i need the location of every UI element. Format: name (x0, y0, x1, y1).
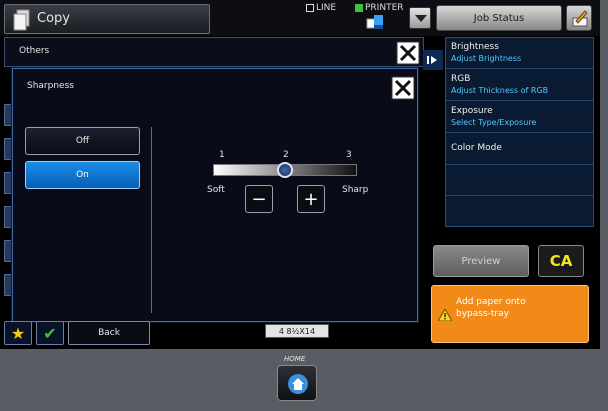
menu-item-subtitle: Adjust Thickness of RGB (451, 86, 549, 95)
sharp-label: Sharp (342, 185, 369, 195)
line-checkbox (306, 4, 314, 12)
copy-icon (13, 9, 30, 31)
decrease-button[interactable]: − (245, 185, 273, 213)
preview-button[interactable]: Preview (433, 245, 529, 277)
menu-item-title: Brightness (451, 42, 499, 52)
tick-label-2: 2 (283, 150, 289, 160)
menu-item-title: Exposure (451, 106, 493, 116)
touch-screen: Copy LINE PRINTER Job Status Others Shar… (0, 0, 600, 349)
back-button[interactable]: Back (68, 321, 150, 345)
job-status-button[interactable]: Job Status (436, 5, 562, 31)
tick-label-1: 1 (219, 150, 225, 160)
alert-text: Add paper onto bypass-tray (456, 296, 526, 320)
sharpness-dialog: Sharpness Off On 1 2 3 Soft Sharp − + (12, 68, 418, 322)
menu-item-empty (446, 166, 593, 196)
alert-message[interactable]: Add paper onto bypass-tray (431, 285, 589, 343)
printer-checkbox (355, 4, 363, 12)
warning-icon (438, 309, 452, 321)
printer-icon (366, 15, 383, 29)
menu-item-title: Color Mode (451, 143, 502, 153)
others-title: Others (19, 46, 50, 56)
app-title: Copy (37, 11, 70, 26)
menu-item-title: RGB (451, 74, 471, 84)
menu-item-brightness[interactable]: Brightness Adjust Brightness (446, 38, 593, 69)
line-label: LINE (316, 3, 337, 13)
printer-label: PRINTER (365, 3, 404, 13)
copy-mode-tab[interactable]: Copy (4, 4, 210, 34)
menu-item-color-mode[interactable]: Color Mode (446, 134, 593, 165)
check-icon[interactable]: ✔ (36, 321, 64, 345)
increase-button[interactable]: + (297, 185, 325, 213)
sharpness-off-button[interactable]: Off (25, 127, 140, 155)
printer-mode-indicator: PRINTER (355, 3, 404, 13)
divider (151, 127, 152, 313)
expand-arrow-icon[interactable] (423, 50, 443, 70)
slider-knob[interactable] (277, 162, 293, 178)
close-icon[interactable] (391, 76, 415, 100)
home-button[interactable] (277, 365, 317, 401)
close-icon[interactable] (396, 41, 420, 65)
home-icon (288, 374, 308, 394)
menu-item-exposure[interactable]: Exposure Select Type/Exposure (446, 102, 593, 133)
alert-line-2: bypass-tray (456, 309, 509, 319)
clear-all-button[interactable]: CA (538, 245, 584, 277)
star-icon[interactable]: ★ (4, 321, 32, 345)
sharpness-on-button[interactable]: On (25, 161, 140, 189)
tools-button[interactable] (566, 5, 592, 31)
soft-label: Soft (207, 185, 225, 195)
top-bar: Copy LINE PRINTER Job Status (0, 0, 600, 36)
right-menu: Brightness Adjust Brightness RGB Adjust … (445, 37, 594, 227)
tools-icon (572, 10, 588, 27)
menu-item-subtitle: Select Type/Exposure (451, 118, 537, 127)
others-panel: Others (4, 37, 424, 67)
line-mode-indicator: LINE (306, 3, 336, 13)
home-label: HOME (284, 355, 306, 363)
dialog-title: Sharpness (27, 81, 74, 91)
menu-item-subtitle: Adjust Brightness (451, 54, 522, 63)
chevron-down-icon[interactable] (409, 7, 431, 29)
menu-item-rgb[interactable]: RGB Adjust Thickness of RGB (446, 70, 593, 101)
tick-label-3: 3 (346, 150, 352, 160)
paper-size-indicator: 4 8½X14 (265, 324, 329, 338)
alert-line-1: Add paper onto (456, 297, 526, 307)
